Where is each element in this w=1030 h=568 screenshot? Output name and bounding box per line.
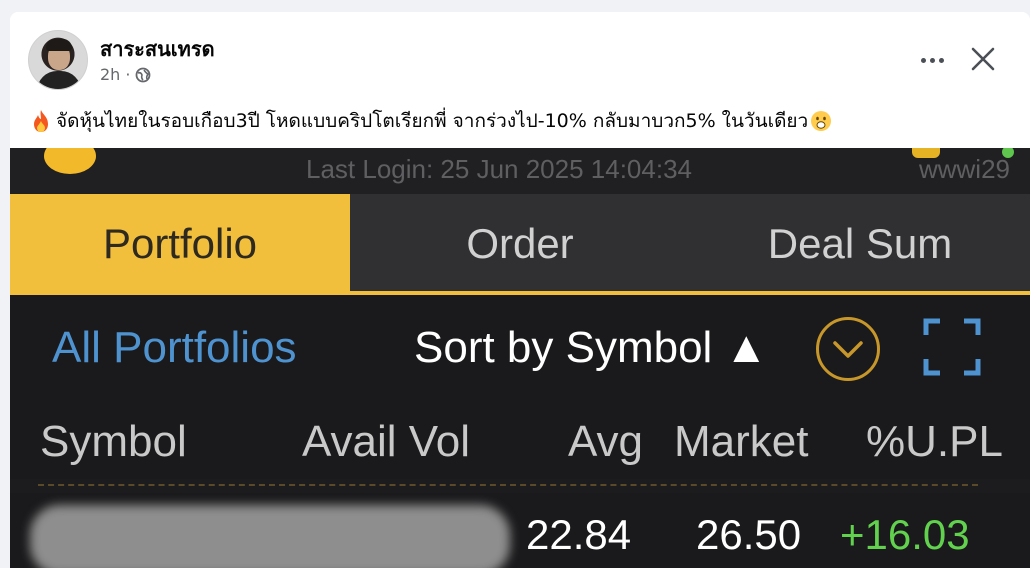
user-id: wwwi29	[918, 154, 1010, 184]
tab-portfolio[interactable]: Portfolio	[10, 194, 350, 294]
cell-avg: 22.84	[526, 511, 632, 558]
app-logo-icon	[44, 148, 96, 174]
post-header: สาระสนเทรด 2h ·	[10, 12, 1030, 92]
face-with-open-mouth-icon	[811, 111, 832, 131]
tab-deal-sum[interactable]: Deal Sum	[690, 194, 1030, 294]
divider	[38, 484, 978, 486]
post-card: สาระสนเทรด 2h · จัดหุ้นไทยในรอบเกือบ3ปี …	[10, 12, 1030, 568]
last-login-text: Last Login: 25 Jun 2025 14:04:34	[306, 154, 692, 184]
redacted-area	[30, 505, 510, 568]
close-button[interactable]	[964, 40, 1002, 78]
cell-market: 26.50	[696, 511, 802, 558]
more-options-button[interactable]	[914, 42, 950, 78]
online-status-icon	[1002, 148, 1014, 158]
column-header-upl[interactable]: %U.PL	[866, 417, 1003, 467]
post-text: จัดหุ้นไทยในรอบเกือบ3ปี โหดแบบคริปโตเรีย…	[30, 106, 1010, 136]
close-icon	[971, 47, 995, 71]
expand-icon[interactable]	[922, 317, 982, 377]
cell-upl: +16.03	[840, 511, 970, 558]
table-row[interactable]: 22.84 26.50 +16.03	[10, 493, 1030, 568]
trading-app-screenshot: Last Login: 25 Jun 2025 14:04:34 wwwi29 …	[10, 148, 1030, 568]
post-time[interactable]: 2h	[100, 65, 120, 84]
dropdown-button[interactable]	[816, 317, 880, 381]
sort-by-symbol-button[interactable]: Sort by Symbol ▲	[414, 323, 768, 373]
chevron-down-icon	[833, 341, 863, 358]
post-body-text: จัดหุ้นไทยในรอบเกือบ3ปี โหดแบบคริปโตเรีย…	[56, 110, 809, 132]
column-headers: Symbol Avail Vol Avg Market %U.PL	[10, 395, 1030, 479]
globe-icon	[136, 67, 151, 82]
column-header-avail-vol[interactable]: Avail Vol	[302, 417, 470, 467]
column-header-avg[interactable]: Avg	[568, 417, 643, 467]
post-meta: 2h ·	[100, 65, 151, 84]
all-portfolios-link[interactable]: All Portfolios	[52, 323, 297, 373]
avatar[interactable]	[28, 30, 88, 90]
author-name[interactable]: สาระสนเทรด	[100, 33, 215, 65]
column-header-symbol[interactable]: Symbol	[40, 417, 187, 467]
tab-order[interactable]: Order	[350, 194, 690, 294]
fire-icon	[34, 110, 48, 132]
meta-separator: ·	[125, 65, 131, 84]
app-topbar: Last Login: 25 Jun 2025 14:04:34 wwwi29	[10, 148, 1030, 194]
column-header-market[interactable]: Market	[674, 417, 808, 467]
tab-bar: Portfolio Order Deal Sum	[10, 194, 1030, 294]
filter-bar: All Portfolios Sort by Symbol ▲	[10, 295, 1030, 395]
